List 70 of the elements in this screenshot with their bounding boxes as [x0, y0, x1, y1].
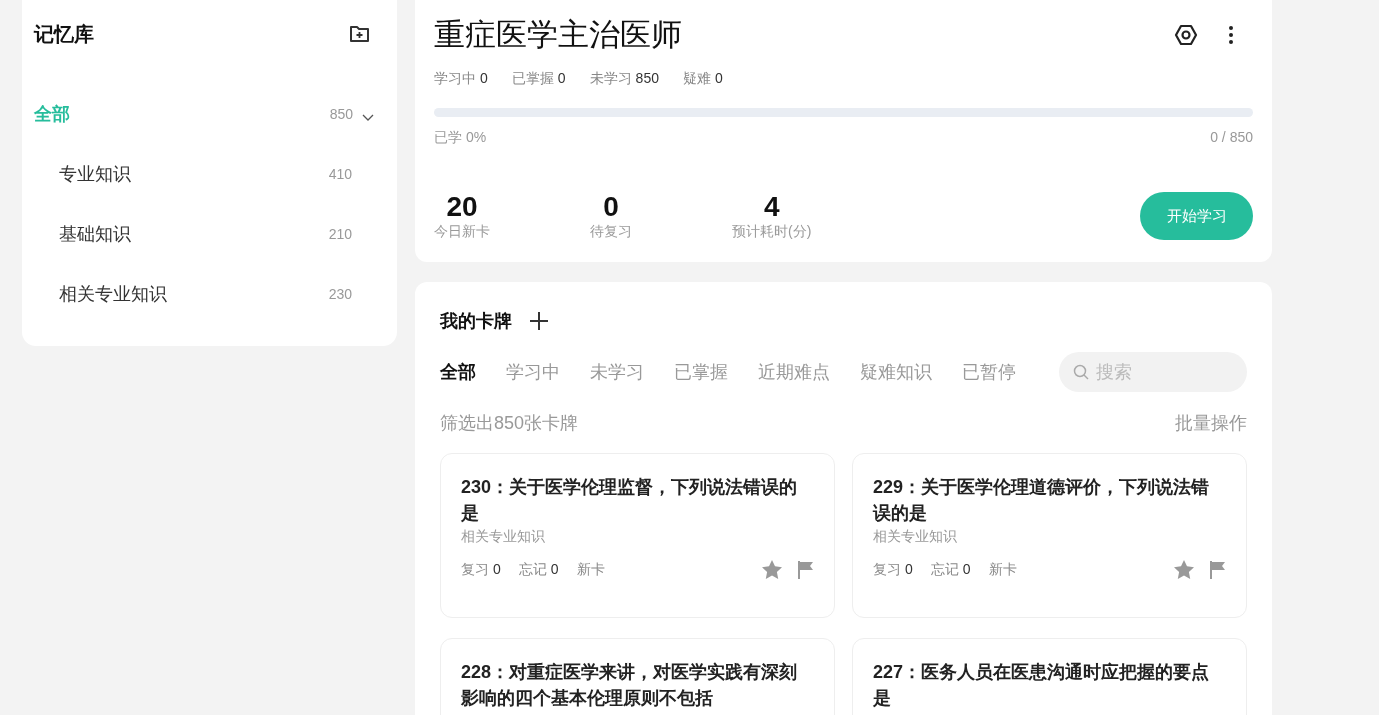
- stat-value: 0: [480, 70, 488, 88]
- metric-label: 今日新卡: [434, 223, 490, 241]
- card-status: 新卡: [988, 560, 1017, 579]
- plus-icon[interactable]: [530, 312, 548, 330]
- tree-item[interactable]: 相关专业知识 230: [34, 264, 385, 324]
- sidebar-title: 记忆库: [34, 21, 94, 47]
- panel-title: 我的卡牌: [440, 310, 512, 333]
- stat-value: 850: [635, 70, 659, 88]
- tree-item-label: 专业知识: [59, 163, 132, 186]
- tree-item-label: 全部: [34, 103, 71, 126]
- item-count: 230: [328, 286, 352, 302]
- metric-value: 4: [763, 191, 780, 223]
- metric-value: 20: [446, 191, 478, 223]
- search-icon: [1073, 364, 1089, 380]
- stat-label: 未学习: [589, 70, 632, 88]
- filter-tab[interactable]: 近期难点: [758, 360, 830, 384]
- card-title: 230：关于医学伦理监督，下列说法错误的是: [461, 476, 799, 525]
- batch-action-link[interactable]: 批量操作: [1175, 411, 1247, 435]
- tree-item-label: 基础知识: [59, 223, 132, 246]
- card-category: 相关专业知识: [873, 528, 958, 546]
- hexagon-settings-icon[interactable]: [1174, 23, 1198, 47]
- question-card[interactable]: 229：关于医学伦理道德评价，下列说法错误的是 相关专业知识 复习 0 忘记 0 新卡: [852, 453, 1247, 618]
- card-status: 新卡: [576, 560, 605, 579]
- forget-count: 0: [962, 560, 971, 579]
- item-count: 210: [328, 226, 352, 242]
- folder-plus-icon[interactable]: [349, 24, 371, 44]
- filter-tab[interactable]: 已掌握: [674, 360, 728, 384]
- tree-item[interactable]: 基础知识 210: [34, 204, 385, 264]
- filter-summary: 筛选出850张卡牌: [440, 412, 579, 435]
- filter-tab[interactable]: 全部: [440, 360, 476, 384]
- card-title: 227：医务人员在医患沟通时应把握的要点是: [873, 661, 1211, 710]
- question-card[interactable]: 228：对重症医学来讲，对医学实践有深刻影响的四个基本伦理原则不包括: [440, 638, 835, 715]
- tree-item-label: 相关专业知识: [59, 283, 168, 306]
- stat-label: 已掌握: [511, 70, 554, 88]
- metric-value: 0: [603, 191, 619, 223]
- tree-item[interactable]: 专业知识 410: [34, 144, 385, 204]
- filter-tab[interactable]: 未学习: [590, 360, 644, 384]
- review-label: 复习: [461, 560, 489, 579]
- tree-item[interactable]: 全部 850: [34, 84, 385, 144]
- star-icon[interactable]: [762, 560, 782, 579]
- filter-tab[interactable]: 已暂停: [962, 360, 1016, 384]
- metric-label: 待复习: [590, 223, 632, 241]
- metric-label: 预计耗时(分): [732, 223, 812, 241]
- review-count: 0: [493, 560, 501, 579]
- question-card[interactable]: 227：医务人员在医患沟通时应把握的要点是: [852, 638, 1247, 715]
- star-icon[interactable]: [1174, 560, 1194, 579]
- card-title: 228：对重症医学来讲，对医学实践有深刻影响的四个基本伦理原则不包括: [461, 661, 799, 710]
- stat-value: 0: [557, 70, 566, 88]
- filter-tab[interactable]: 疑难知识: [860, 360, 932, 384]
- more-icon[interactable]: [1228, 25, 1234, 45]
- flag-icon[interactable]: [798, 560, 814, 579]
- forget-count: 0: [550, 560, 559, 579]
- stat-value: 0: [714, 70, 723, 88]
- flag-icon[interactable]: [1210, 560, 1226, 579]
- item-count: 850: [329, 106, 353, 122]
- stat-label: 疑难: [682, 70, 711, 88]
- review-count: 0: [905, 560, 913, 579]
- card-title: 229：关于医学伦理道德评价，下列说法错误的是: [873, 476, 1211, 525]
- item-count: 410: [328, 166, 352, 182]
- filter-tab[interactable]: 学习中: [506, 360, 560, 384]
- question-card[interactable]: 230：关于医学伦理监督，下列说法错误的是 相关专业知识 复习 0 忘记 0 新卡: [440, 453, 835, 618]
- review-label: 复习: [873, 560, 901, 579]
- start-button[interactable]: 开始学习: [1140, 192, 1253, 240]
- stat-label: 学习中: [434, 70, 476, 88]
- deck-title: 重症医学主治医师: [434, 16, 683, 54]
- progress-label: 已学 0%: [434, 129, 487, 147]
- forget-label: 忘记: [518, 560, 547, 579]
- card-category: 相关专业知识: [461, 528, 546, 546]
- progress-count: 0 / 850: [1210, 129, 1253, 147]
- forget-label: 忘记: [930, 560, 959, 579]
